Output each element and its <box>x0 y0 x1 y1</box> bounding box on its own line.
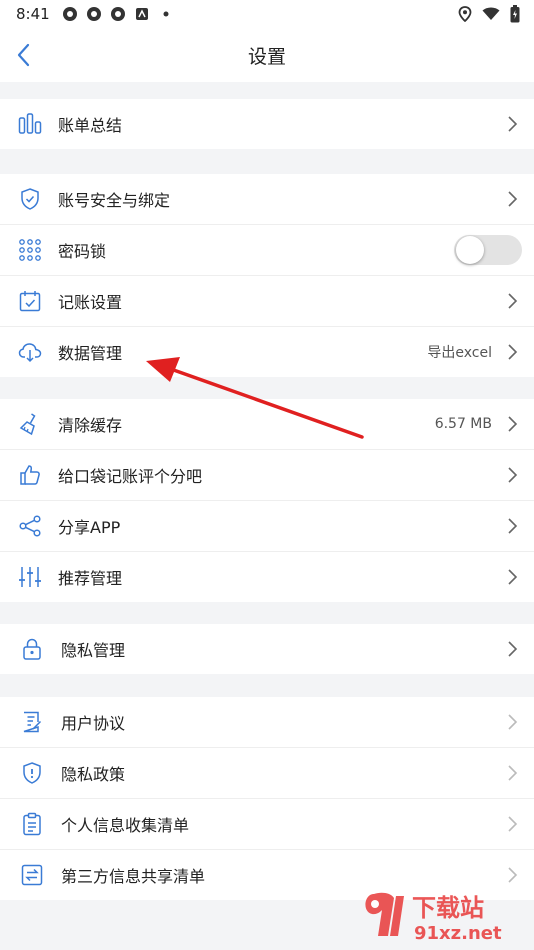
settings-row-clear-cache[interactable]: 清除缓存 6.57 MB <box>0 399 534 450</box>
settings-row-privacy-management[interactable]: 隐私管理 <box>0 624 534 674</box>
row-label: 隐私管理 <box>61 641 126 660</box>
row-label: 推荐管理 <box>58 569 123 588</box>
chevron-right-icon <box>508 344 518 360</box>
settings-row-rate-app[interactable]: 给口袋记账评个分吧 <box>0 450 534 501</box>
settings-row-recommend-management[interactable]: 推荐管理 <box>0 552 534 602</box>
calendar-check-icon <box>18 289 42 313</box>
settings-row-share-app[interactable]: 分享APP <box>0 501 534 552</box>
chevron-right-icon <box>508 293 518 309</box>
settings-row-personal-info-list[interactable]: 个人信息收集清单 <box>0 799 534 850</box>
settings-group-bill: 账单总结 <box>0 99 534 149</box>
settings-group-privacy: 隐私管理 <box>0 624 534 674</box>
row-value: 导出excel <box>427 345 492 361</box>
row-label: 密码锁 <box>58 242 107 261</box>
clipboard-list-icon <box>20 812 44 836</box>
chevron-right-icon <box>508 191 518 207</box>
settings-row-data-management[interactable]: 数据管理 导出excel <box>0 327 534 377</box>
chevron-right-icon <box>508 816 518 832</box>
app-notification-icon <box>135 8 148 20</box>
more-dot-icon <box>163 11 169 17</box>
row-label: 清除缓存 <box>58 416 123 435</box>
sliders-icon <box>18 565 42 589</box>
row-label: 给口袋记账评个分吧 <box>58 467 203 486</box>
keypad-icon <box>18 238 42 262</box>
notification-icon <box>62 7 77 21</box>
chevron-right-icon <box>508 518 518 534</box>
lock-icon <box>20 637 44 661</box>
shield-alert-icon <box>20 761 44 785</box>
settings-group-account: 账号安全与绑定 密码锁 记账设置 数据管理 导出excel <box>0 174 534 377</box>
chevron-right-icon <box>508 467 518 483</box>
settings-group-general: 清除缓存 6.57 MB 给口袋记账评个分吧 分享APP 推荐管理 <box>0 399 534 602</box>
chevron-right-icon <box>508 714 518 730</box>
password-lock-toggle[interactable] <box>454 235 522 265</box>
document-edit-icon <box>20 710 44 734</box>
chevron-right-icon <box>508 569 518 585</box>
settings-group-legal: 用户协议 隐私政策 个人信息收集清单 第三方信息共享清单 <box>0 697 534 900</box>
chevron-right-icon <box>508 641 518 657</box>
location-icon <box>458 6 472 22</box>
toggle-knob <box>456 236 484 264</box>
shield-check-icon <box>18 187 42 211</box>
page-title: 设置 <box>247 45 286 68</box>
cloud-download-icon <box>18 340 42 364</box>
watermark-logo: 下载站 91xz.net <box>365 892 502 944</box>
row-label: 隐私政策 <box>61 765 126 784</box>
row-label: 记账设置 <box>58 293 123 312</box>
chevron-right-icon <box>508 116 518 132</box>
settings-row-bill-summary[interactable]: 账单总结 <box>0 99 534 149</box>
chevron-right-icon <box>508 416 518 432</box>
row-label: 分享APP <box>58 518 121 537</box>
settings-row-user-agreement[interactable]: 用户协议 <box>0 697 534 748</box>
row-label: 账号安全与绑定 <box>58 191 171 210</box>
svg-text:下载站: 下载站 <box>412 894 484 922</box>
svg-text:91xz.net: 91xz.net <box>414 923 502 944</box>
settings-row-password-lock: 密码锁 <box>0 225 534 276</box>
app-header: 设置 <box>0 28 534 82</box>
wifi-icon <box>482 7 500 20</box>
row-label: 账单总结 <box>58 116 123 135</box>
battery-icon <box>510 5 520 23</box>
row-label: 个人信息收集清单 <box>61 816 190 835</box>
row-label: 用户协议 <box>61 714 126 733</box>
row-label: 第三方信息共享清单 <box>61 867 206 886</box>
status-bar: 8:41 <box>0 0 534 28</box>
notification-icon <box>86 7 101 21</box>
back-arrow-icon[interactable] <box>12 42 36 68</box>
chevron-right-icon <box>508 765 518 781</box>
row-value: 6.57 MB <box>434 416 492 432</box>
settings-row-bookkeeping-settings[interactable]: 记账设置 <box>0 276 534 327</box>
bar-chart-icon <box>18 112 42 136</box>
brush-icon <box>18 412 42 436</box>
settings-row-privacy-policy[interactable]: 隐私政策 <box>0 748 534 799</box>
thumbs-up-icon <box>18 463 42 487</box>
exchange-icon <box>20 863 44 887</box>
notification-icon <box>110 7 125 21</box>
status-time: 8:41 <box>16 5 50 23</box>
share-icon <box>18 514 42 538</box>
row-label: 数据管理 <box>58 344 123 363</box>
settings-row-account-security[interactable]: 账号安全与绑定 <box>0 174 534 225</box>
chevron-right-icon <box>508 867 518 883</box>
